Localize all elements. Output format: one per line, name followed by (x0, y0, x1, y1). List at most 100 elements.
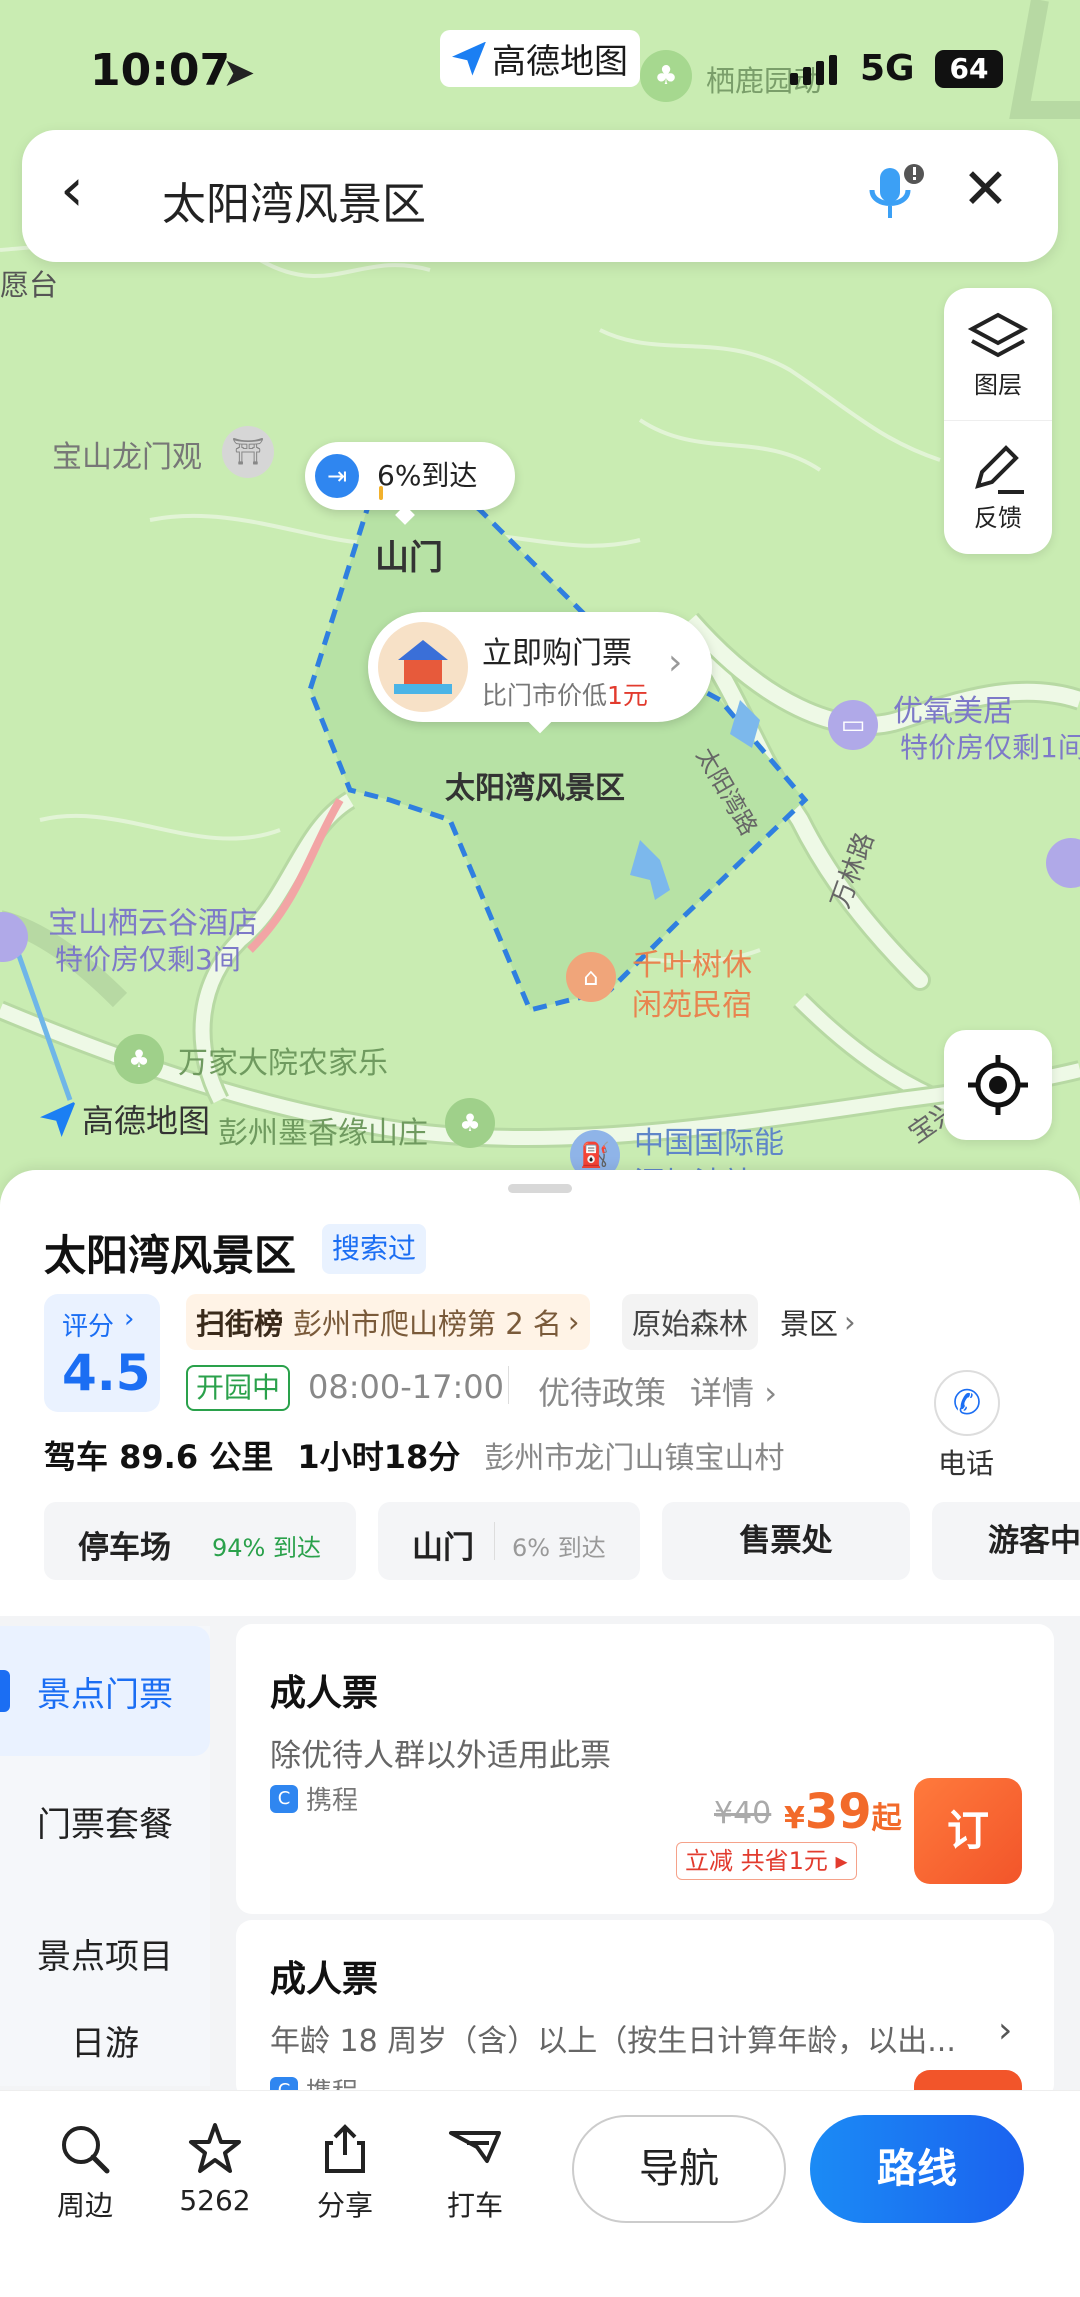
hotel-icon[interactable]: ▭ (828, 700, 878, 750)
map-label-qiyun[interactable]: 宝山栖云谷酒店 (48, 898, 258, 942)
guesthouse-icon[interactable]: ⌂ (566, 952, 616, 1002)
map-watermark: 高德地图 (40, 1096, 210, 1142)
nav-item-projects[interactable]: 景点项目 (0, 1888, 210, 2018)
opening-hours: 08:00-17:00 (308, 1368, 504, 1406)
brand-name: 高德地图 (492, 42, 628, 82)
map-label-gas-1[interactable]: 中国国际能 (634, 1118, 784, 1162)
ticket-category-nav: 景点门票 门票套餐 景点项目 日游 (0, 1626, 210, 2086)
share-icon (325, 2124, 365, 2173)
ticket-desc: 年龄 18 周岁（含）以上（按生日计算年龄，以出... (270, 2024, 956, 2059)
tag-scenic[interactable]: 景区 › (770, 1294, 866, 1350)
original-price: ¥40 (714, 1796, 772, 1831)
nav-item-packages[interactable]: 门票套餐 (0, 1756, 210, 1886)
feedback-pencil-icon (975, 445, 1024, 494)
phone-label[interactable]: 电话 (938, 1442, 994, 1482)
locate-button[interactable] (944, 1030, 1052, 1140)
map-label-qiyun-sub[interactable]: 特价房仅剩3间 (55, 938, 241, 978)
chevron-right-icon: › (844, 1305, 856, 1339)
rating-label: 评分 (62, 1312, 115, 1342)
farmhouse-icon[interactable]: ♣ (114, 1034, 164, 1084)
map-label-baoshan-longmen[interactable]: 宝山龙门观 (52, 432, 202, 476)
ticket-title: 成人票 (270, 1959, 379, 2000)
sheet-drag-handle[interactable] (508, 1184, 572, 1193)
feedback-button[interactable]: 反馈 (944, 421, 1052, 554)
rank-chip[interactable]: 扫街榜 彭州市爬山榜第 2 名 › (186, 1294, 590, 1350)
bottom-action-bar: 周边 5262 分享 打车 导航 路线 (0, 2090, 1080, 2297)
nav-item-day-trip[interactable]: 日游 (0, 2016, 210, 2076)
rating-box[interactable]: 评分 › 4.5 (44, 1294, 160, 1412)
nav-label: 门票套餐 (37, 1804, 173, 1845)
nav-item-scenic-tickets[interactable]: 景点门票 (0, 1626, 210, 1756)
open-status-badge: 开园中 (186, 1365, 291, 1411)
map-label-qianye-2[interactable]: 闲苑民宿 (632, 980, 752, 1024)
search-query[interactable]: 太阳湾风景区 (162, 168, 426, 232)
nearby-button[interactable]: 周边 (30, 2121, 140, 2224)
tag-forest[interactable]: 原始森林 (622, 1294, 759, 1350)
phone-icon[interactable]: ✆ (934, 1370, 1000, 1436)
navigate-button[interactable]: 导航 (572, 2115, 786, 2223)
drive-distance: 驾车 89.6 公里 (44, 1438, 274, 1476)
ticket-source: C 携程 (270, 1780, 358, 1817)
favorites-count: 5262 (179, 2184, 251, 2217)
farmhouse-icon[interactable]: ♣ (445, 1098, 495, 1148)
place-address: 彭州市龙门山镇宝山村 (484, 1441, 785, 1476)
chevron-right-icon: › (124, 1304, 135, 1334)
layers-button[interactable]: 图层 (944, 288, 1052, 421)
locate-icon (968, 1055, 1028, 1115)
search-bar[interactable]: ‹ 太阳湾风景区 ✕ (22, 130, 1058, 262)
chevron-right-icon: › (567, 1305, 580, 1339)
amap-logo-icon (40, 1101, 76, 1137)
nav-label: 日游 (71, 2024, 139, 2064)
network-type: 5G (860, 48, 915, 89)
entrance-ticket-office[interactable]: 售票处 (662, 1502, 910, 1580)
entrance-pct: 6% 到达 (512, 1534, 606, 1562)
map-label-scenic[interactable]: 太阳湾风景区 (445, 763, 625, 807)
active-indicator (0, 1670, 10, 1712)
ticket-desc: 除优待人群以外适用此票 (270, 1738, 611, 1774)
rating-score: 4.5 (62, 1344, 151, 1402)
voice-search-icon[interactable] (862, 162, 926, 228)
taxi-icon (449, 2131, 501, 2163)
share-label: 分享 (316, 2189, 373, 2222)
map-label-shanmen[interactable]: 山门 (375, 530, 443, 579)
map-label-youyang[interactable]: 优氧美居 (893, 686, 1013, 730)
book-button[interactable]: 订 (914, 1778, 1022, 1884)
taxi-button[interactable]: 打车 (420, 2121, 530, 2224)
location-arrow-icon: ➤ (222, 50, 256, 96)
share-button[interactable]: 分享 (290, 2121, 400, 2224)
entrance-icon: ⇥ (315, 454, 359, 498)
details-link[interactable]: 详情 › (690, 1368, 777, 1414)
map-label-wanjia[interactable]: 万家大院农家乐 (178, 1038, 388, 1082)
map-label-youyang-sub[interactable]: 特价房仅剩1间 (900, 726, 1080, 766)
close-icon[interactable]: ✕ (962, 160, 1009, 220)
entrance-parking[interactable]: 停车场 94% 到达 (44, 1502, 356, 1580)
ticket-title: 成人票 (270, 1673, 379, 1714)
back-icon[interactable]: ‹ (60, 160, 84, 220)
shanmen-arrival-callout[interactable]: ⇥ 6%到达 (305, 442, 515, 510)
route-button[interactable]: 路线 (810, 2115, 1024, 2223)
ticket-card[interactable]: 成人票 除优待人群以外适用此票 C 携程 ¥40 ¥39起 立减 共省1元 ▸ … (236, 1624, 1054, 1914)
buy-ticket-sub: 比门市价低1元 (482, 681, 648, 710)
buy-ticket-callout[interactable]: 立即购门票 比门市价低1元 › (368, 612, 712, 722)
entrance-visitor-center[interactable]: 游客中 (932, 1502, 1080, 1580)
map-label-qianye-1[interactable]: 千叶树休 (632, 940, 752, 984)
status-time: 10:07 (90, 45, 231, 96)
ctrip-icon: C (270, 1784, 298, 1813)
favorite-button[interactable]: 5262 (160, 2121, 270, 2217)
policy-link[interactable]: 优待政策 (538, 1368, 666, 1414)
layers-icon (967, 312, 1029, 357)
arrival-percent: 6%到达 (377, 459, 478, 492)
map-label-moxiang[interactable]: 彭州墨香缘山庄 (218, 1108, 428, 1152)
chevron-right-icon[interactable]: › (998, 2010, 1012, 2051)
entrance-shanmen[interactable]: 山门 6% 到达 (378, 1502, 640, 1580)
nav-label: 景点项目 (37, 1936, 173, 1977)
nearby-label: 周边 (56, 2189, 113, 2222)
cellular-signal-icon (790, 55, 837, 85)
temple-icon[interactable]: ⛩ (222, 426, 274, 478)
drive-duration: 1小时18分 (297, 1438, 461, 1476)
divider (508, 1366, 509, 1404)
amap-logo-icon (452, 41, 486, 76)
drive-info: 驾车 89.6 公里 1小时18分 彭州市龙门山镇宝山村 (44, 1432, 784, 1478)
ticket-card[interactable]: 成人票 年龄 18 周岁（含）以上（按生日计算年龄，以出... › C 携程 (236, 1920, 1054, 2108)
brand-badge: 高德地图 (440, 30, 640, 87)
